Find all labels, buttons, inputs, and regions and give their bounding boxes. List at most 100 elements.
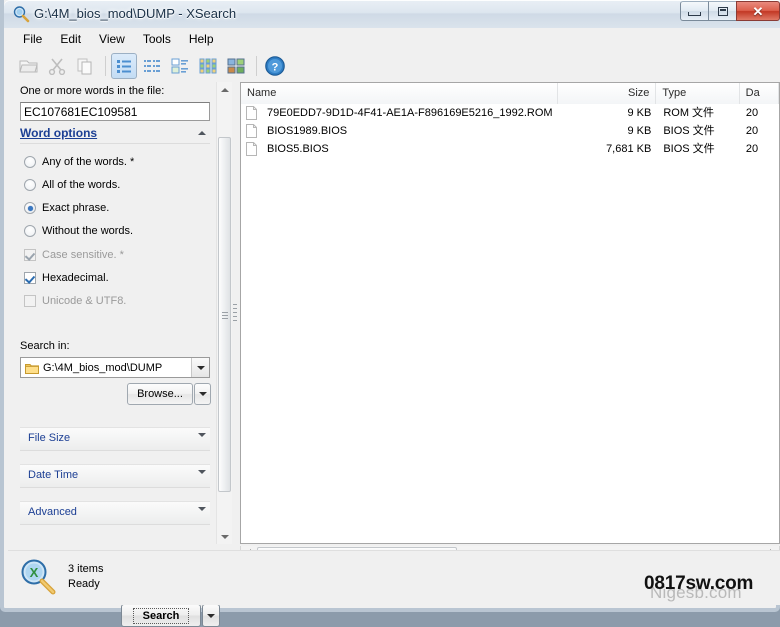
option-hexadecimal[interactable]: Hexadecimal.: [24, 270, 109, 286]
option-label: Hexadecimal.: [42, 272, 109, 284]
help-icon: ?: [265, 56, 285, 76]
chevron-down-icon: [220, 534, 229, 539]
chevron-down-icon: [196, 365, 205, 370]
cell-size: 9 KB: [627, 107, 652, 119]
menu-item-file[interactable]: File: [14, 30, 51, 48]
status-bar: X 3 items Ready Nigesb.com 0817sw.com: [8, 550, 780, 605]
view-list-icon: [144, 60, 160, 72]
chevron-down-icon: [198, 470, 206, 474]
search-in-value: G:\4M_bios_mod\DUMP: [43, 361, 163, 374]
checkbox-icon: [24, 295, 36, 307]
status-items-count: 3 items: [68, 563, 104, 575]
column-header-type[interactable]: Type: [656, 83, 740, 104]
view-large-icons-icon: [227, 58, 245, 74]
option-without-the-words[interactable]: Without the words.: [24, 223, 133, 239]
menu-item-tools[interactable]: Tools: [134, 30, 180, 48]
option-case-sensitive: Case sensitive. *: [24, 247, 124, 263]
browse-button[interactable]: Browse...: [127, 383, 193, 405]
magnifier-icon: X: [21, 559, 56, 595]
search-in-label: Search in:: [20, 340, 70, 352]
cut-button[interactable]: [44, 53, 70, 79]
table-row[interactable]: BIOS1989.BIOS 9 KB BIOS 文件 20: [241, 122, 779, 140]
file-icon: [246, 106, 257, 120]
close-button[interactable]: ✕: [736, 1, 780, 21]
minimize-glyph: [688, 11, 701, 16]
option-label: Any of the words. *: [42, 156, 135, 168]
open-folder-button[interactable]: [16, 53, 42, 79]
column-header-date[interactable]: Da: [740, 83, 779, 104]
word-options-link[interactable]: Word options: [20, 126, 97, 140]
file-list-header: Name Size Type Da: [241, 83, 779, 105]
view-details-button[interactable]: [111, 53, 137, 79]
section-advanced[interactable]: Advanced: [20, 501, 210, 525]
browse-dropdown-button[interactable]: [194, 383, 211, 405]
view-list-button[interactable]: [139, 53, 165, 79]
checkbox-checked-icon: [24, 272, 36, 284]
svg-text:?: ?: [272, 61, 279, 73]
column-header-name[interactable]: Name: [241, 83, 559, 104]
table-row[interactable]: 79E0EDD7-9D1D-4F41-AE1A-F896169E5216_199…: [241, 104, 779, 122]
file-list[interactable]: Name Size Type Da 79E0EDD7-9D1D-4F41-AE1…: [240, 82, 780, 544]
cell-date: 20: [745, 125, 759, 137]
minimize-button[interactable]: [680, 1, 709, 21]
view-tiles-button[interactable]: [167, 53, 193, 79]
splitter-grip: [233, 304, 237, 322]
folder-icon: [25, 363, 39, 374]
menu-item-help[interactable]: Help: [180, 30, 223, 48]
search-button-label: Search: [132, 607, 190, 624]
search-panel-vertical-scrollbar[interactable]: [216, 82, 232, 544]
scrollbar-grip: [222, 311, 228, 319]
cell-name: BIOS1989.BIOS: [267, 125, 348, 137]
word-options-divider: [20, 143, 210, 144]
word-options-toggle[interactable]: Word options: [20, 126, 210, 143]
option-exact-phrase[interactable]: Exact phrase.: [24, 200, 109, 216]
cell-type: ROM 文件: [663, 107, 715, 119]
view-small-icons-icon: [199, 58, 217, 74]
browse-label: Browse...: [137, 388, 183, 400]
option-any-of-the-words[interactable]: Any of the words. *: [24, 154, 134, 170]
menu-item-edit[interactable]: Edit: [51, 30, 90, 48]
menu-item-view[interactable]: View: [90, 30, 134, 48]
search-dropdown-button[interactable]: [202, 604, 220, 627]
chevron-up-icon: [198, 131, 206, 135]
chevron-up-icon: [220, 87, 229, 92]
xsearch-window: G:\4M_bios_mod\DUMP - XSearch ✕ File Edi…: [0, 0, 780, 627]
copy-icon: [77, 58, 92, 75]
section-label: File Size: [28, 432, 71, 444]
scrollbar-thumb[interactable]: [218, 137, 231, 492]
option-label: Without the words.: [42, 225, 134, 237]
search-button[interactable]: Search: [121, 604, 201, 627]
chevron-down-icon: [207, 613, 215, 618]
table-row[interactable]: BIOS5.BIOS 7,681 KB BIOS 文件 20: [241, 140, 779, 158]
window-title: G:\4M_bios_mod\DUMP - XSearch: [34, 6, 237, 21]
toolbar: ?: [8, 50, 780, 82]
status-state: Ready: [68, 578, 100, 590]
file-icon: [246, 142, 257, 156]
title-bar[interactable]: G:\4M_bios_mod\DUMP - XSearch ✕: [4, 0, 780, 28]
search-words-input[interactable]: [20, 102, 210, 121]
search-in-combo[interactable]: G:\4M_bios_mod\DUMP: [20, 357, 210, 378]
column-header-size[interactable]: Size: [558, 83, 657, 104]
maximize-glyph: [717, 6, 728, 16]
section-file-size[interactable]: File Size: [20, 427, 210, 451]
cell-size: 9 KB: [627, 125, 652, 137]
view-large-icons-button[interactable]: [223, 53, 249, 79]
option-all-of-the-words[interactable]: All of the words.: [24, 177, 120, 193]
view-details-icon: [117, 60, 131, 73]
cut-icon: [48, 58, 66, 75]
cell-size: 7,681 KB: [606, 143, 652, 155]
radio-icon: [24, 156, 36, 168]
cell-type: BIOS 文件: [663, 125, 715, 137]
maximize-button[interactable]: [708, 1, 737, 21]
help-button[interactable]: ?: [262, 53, 288, 79]
panel-splitter[interactable]: [232, 82, 238, 544]
scroll-up-button[interactable]: [217, 82, 232, 97]
section-date-time[interactable]: Date Time: [20, 464, 210, 488]
cell-type: BIOS 文件: [663, 143, 715, 155]
cell-date: 20: [745, 143, 759, 155]
copy-button[interactable]: [72, 53, 98, 79]
combo-dropdown-button[interactable]: [191, 358, 209, 377]
checkbox-checked-disabled-icon: [24, 249, 36, 261]
scroll-down-button[interactable]: [217, 529, 232, 544]
view-small-icons-button[interactable]: [195, 53, 221, 79]
